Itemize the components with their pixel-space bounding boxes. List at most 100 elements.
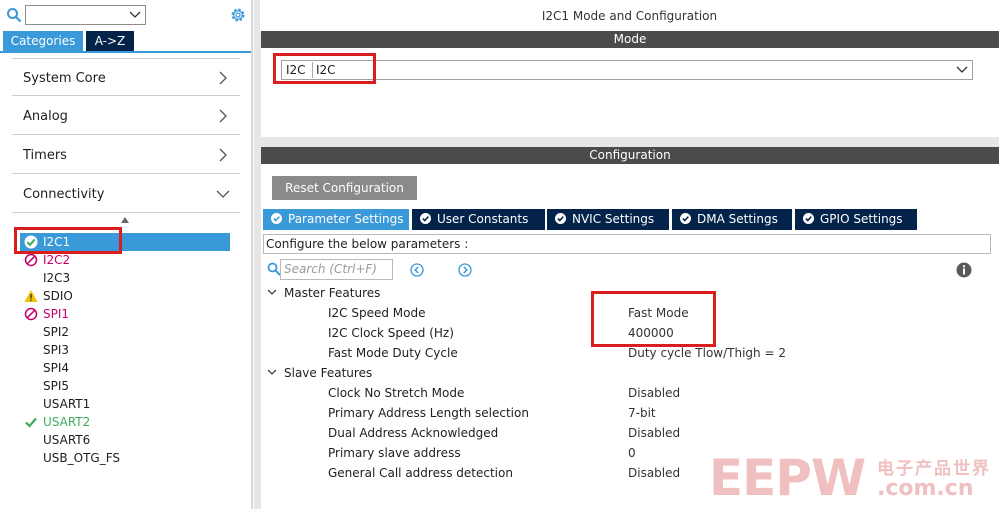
peripheral-label: SPI3 <box>43 343 70 357</box>
left-toolbar <box>0 0 252 32</box>
check-circle-icon <box>680 213 691 224</box>
search-icon[interactable] <box>6 7 22 23</box>
check-circle-icon <box>271 213 282 224</box>
peripheral-item-spi5[interactable]: SPI5 <box>20 377 230 395</box>
check-circle-icon <box>420 213 431 224</box>
param-name: Primary slave address <box>328 446 461 460</box>
peripheral-label: USART6 <box>43 433 91 447</box>
right-panel: I2C1 Mode and Configuration Mode I2C I2C… <box>254 0 999 509</box>
peripheral-item-spi3[interactable]: SPI3 <box>20 341 230 359</box>
peripheral-label: I2C2 <box>43 253 71 267</box>
page-title: I2C1 Mode and Configuration <box>260 0 999 32</box>
gear-icon[interactable] <box>229 6 247 24</box>
param-group[interactable]: Master Features <box>267 283 380 303</box>
param-value[interactable]: Disabled <box>628 423 680 443</box>
peripheral-label: USART2 <box>43 415 91 429</box>
info-icon[interactable] <box>956 262 972 278</box>
param-group-label: Slave Features <box>284 366 373 380</box>
tab-parameter-settings[interactable]: Parameter Settings <box>263 209 409 230</box>
reset-configuration-button[interactable]: Reset Configuration <box>272 176 417 200</box>
config-tabs: Parameter Settings User Constants NVIC S… <box>263 209 999 230</box>
param-value[interactable]: Disabled <box>628 383 680 403</box>
tab-gpio-settings[interactable]: GPIO Settings <box>795 209 917 230</box>
blocked-icon <box>24 253 38 267</box>
check-circle-icon <box>803 213 814 224</box>
peripheral-label: SPI5 <box>43 379 70 393</box>
scroll-up-icon[interactable] <box>121 217 129 223</box>
parameter-search-input[interactable]: Search (Ctrl+F) <box>280 259 393 280</box>
category-label: System Core <box>23 71 106 86</box>
peripheral-item-usb_otg_fs[interactable]: USB_OTG_FS <box>20 449 230 467</box>
peripheral-label: I2C3 <box>43 271 71 285</box>
collapse-chevron-icon[interactable] <box>267 367 277 377</box>
category-analog[interactable]: Analog <box>12 97 240 135</box>
search-icon <box>267 262 281 276</box>
mode-header: Mode <box>261 31 999 48</box>
param-group-label: Master Features <box>284 286 381 300</box>
category-tabs: Categories A->Z <box>0 31 252 53</box>
param-name: Dual Address Acknowledged <box>328 426 499 440</box>
chevron-down-icon[interactable] <box>956 64 968 76</box>
tab-categories[interactable]: Categories <box>3 31 83 51</box>
param-name: Fast Mode Duty Cycle <box>328 346 458 360</box>
highlight-i2c1 <box>14 227 122 254</box>
configuration-header: Configuration <box>261 147 999 164</box>
panel-divider[interactable] <box>251 0 253 509</box>
param-name: Clock No Stretch Mode <box>328 386 465 400</box>
tab-label: DMA Settings <box>697 212 778 226</box>
chevron-right-icon <box>219 109 227 123</box>
tab-label: GPIO Settings <box>820 212 903 226</box>
chevron-right-icon <box>219 148 227 162</box>
peripheral-label: SPI2 <box>43 325 70 339</box>
warning-icon <box>24 290 38 302</box>
param-value[interactable]: 0 <box>628 443 636 463</box>
config-hint: Configure the below parameters : <box>263 234 991 254</box>
param-value[interactable]: 7-bit <box>628 403 656 423</box>
watermark-url: .com.cn <box>877 476 974 501</box>
eepw-watermark: EEPW 电子产品世界 .com.cn <box>709 452 994 504</box>
check-circle-icon <box>555 213 566 224</box>
param-value[interactable]: Disabled <box>628 463 680 483</box>
peripheral-label: SPI4 <box>43 361 70 375</box>
tab-user-constants[interactable]: User Constants <box>412 209 545 230</box>
collapse-chevron-icon[interactable] <box>267 287 277 297</box>
param-name: I2C Clock Speed (Hz) <box>328 326 454 340</box>
tab-nvic-settings[interactable]: NVIC Settings <box>547 209 669 230</box>
chevron-right-icon <box>219 71 227 85</box>
blocked-icon <box>24 307 38 321</box>
search-combo[interactable] <box>25 5 146 25</box>
tab-label: Parameter Settings <box>288 212 404 226</box>
tab-label: NVIC Settings <box>572 212 655 226</box>
category-label: Connectivity <box>23 187 105 202</box>
next-icon[interactable] <box>458 263 472 277</box>
watermark-logo: EEPW <box>709 449 866 507</box>
peripheral-item-i2c3[interactable]: I2C3 <box>20 269 230 287</box>
peripheral-item-sdio[interactable]: SDIO <box>20 287 230 305</box>
chevron-down-icon[interactable] <box>129 8 141 22</box>
peripheral-label: SDIO <box>43 289 73 303</box>
peripheral-label: SPI1 <box>43 307 70 321</box>
check-icon <box>25 417 37 428</box>
mode-select[interactable]: I2C I2C <box>281 60 973 80</box>
tab-a-z[interactable]: A->Z <box>86 31 134 51</box>
param-name: Primary Address Length selection <box>328 406 529 420</box>
chevron-down-icon <box>216 190 230 198</box>
highlight-values <box>591 291 716 347</box>
tab-label: User Constants <box>437 212 529 226</box>
peripheral-item-usart6[interactable]: USART6 <box>20 431 230 449</box>
category-label: Analog <box>23 109 68 124</box>
left-panel: Categories A->Z System Core Analog Timer… <box>0 0 253 509</box>
category-connectivity[interactable]: Connectivity <box>12 175 240 213</box>
peripheral-item-usart1[interactable]: USART1 <box>20 395 230 413</box>
peripheral-item-usart2[interactable]: USART2 <box>20 413 230 431</box>
category-timers[interactable]: Timers <box>12 136 240 174</box>
peripheral-item-spi1[interactable]: SPI1 <box>20 305 230 323</box>
tab-dma-settings[interactable]: DMA Settings <box>672 209 792 230</box>
peripheral-label: USART1 <box>43 397 91 411</box>
category-system-core[interactable]: System Core <box>12 58 240 96</box>
peripheral-item-spi2[interactable]: SPI2 <box>20 323 230 341</box>
peripheral-item-spi4[interactable]: SPI4 <box>20 359 230 377</box>
param-group[interactable]: Slave Features <box>267 363 372 383</box>
param-name: General Call address detection <box>328 466 513 480</box>
previous-icon[interactable] <box>410 263 424 277</box>
